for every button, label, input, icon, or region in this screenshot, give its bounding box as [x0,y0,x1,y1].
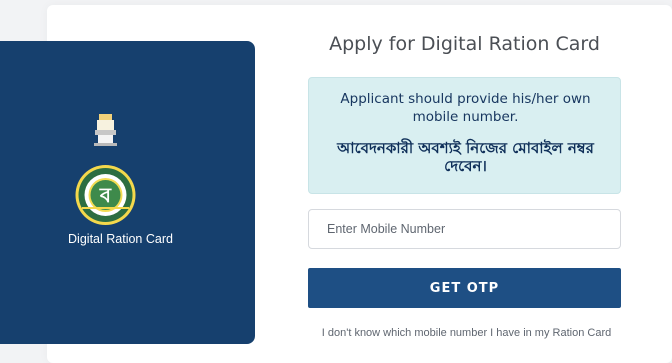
brand-panel: ব Digital Ration Card [0,41,255,344]
get-otp-button[interactable]: GET OTP [308,268,621,308]
page-title: Apply for Digital Ration Card [329,33,600,55]
notice-english: Applicant should provide his/her own mob… [340,91,591,125]
mobile-number-input[interactable] [308,209,621,249]
notice-bengali: আবেদনকারী অবশ্যই নিজের মোবাইল নম্বর দেবে… [337,139,594,175]
mobile-help-link[interactable]: I don't know which mobile number I have … [308,326,625,340]
svg-text:ব: ব [99,183,112,207]
state-emblem-icon: ব [75,114,136,225]
brand-title: Digital Ration Card [68,232,173,246]
notice-panel: Applicant should provide his/her own mob… [308,77,621,194]
